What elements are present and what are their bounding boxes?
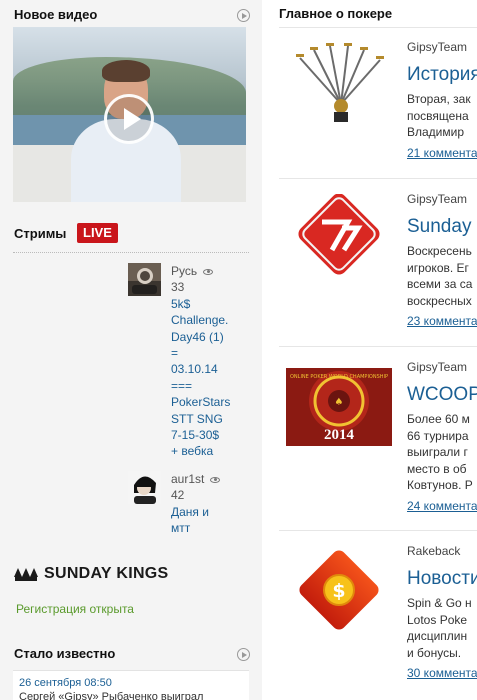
article-excerpt: Более 60 м 66 турнира выиграли г место в… <box>407 412 473 492</box>
article-author[interactable]: GipsyTeam <box>407 192 467 206</box>
became-known-header: Стало известно <box>14 645 250 665</box>
streams-title: Стримы <box>14 226 67 241</box>
divider <box>13 252 249 253</box>
article-author[interactable]: Rakeback <box>407 544 460 558</box>
article-comments-link[interactable]: 30 коммента <box>407 666 477 680</box>
became-known-title: Стало известно <box>14 646 116 661</box>
article-comments-link[interactable]: 21 коммента <box>407 146 477 160</box>
wcoop-ring-text: ONLINE POKER WORLD CHAMPIONSHIP <box>290 374 388 380</box>
article-card[interactable]: $ Rakeback Новости Spin & Go н Lotos Pok… <box>262 538 477 698</box>
article-excerpt: Воскресень игроков. Ег всеми за са воскр… <box>407 244 473 308</box>
stream-title[interactable]: 5k$ Challenge. Day46 (1) = 03.10.14 === … <box>171 296 253 460</box>
sunday-logo-image[interactable] <box>286 194 392 276</box>
svg-text:♠: ♠ <box>335 397 344 408</box>
article-author[interactable]: GipsyTeam <box>407 40 467 54</box>
eye-icon <box>210 476 221 483</box>
article-comments-link[interactable]: 24 коммента <box>407 499 477 513</box>
new-video-title: Новое видео <box>14 7 98 22</box>
stream-info: Русь 33 5k$ Challenge. Day46 (1) = 03.10… <box>171 263 253 460</box>
article-excerpt: Вторая, зак посвящена Владимир <box>407 92 471 139</box>
play-icon[interactable] <box>104 94 154 144</box>
rakeback-image[interactable]: $ <box>286 550 392 632</box>
divider <box>279 178 477 179</box>
next-arrow-icon[interactable] <box>237 648 250 661</box>
live-badge: LIVE <box>77 223 118 243</box>
video-player[interactable] <box>13 27 246 202</box>
divider <box>279 530 477 531</box>
stream-info: aur1st 42 Даня и мтт <box>171 471 253 537</box>
news-date: 26 сентября 08:50 <box>19 677 112 689</box>
article-card[interactable]: ♠ ONLINE POKER WORLD CHAMPIONSHIP 2014 G… <box>262 354 477 514</box>
article-comments-link[interactable]: 23 коммента <box>407 314 477 328</box>
main-poker-news: Главное о покере GipsyTeam История Втора… <box>262 0 477 700</box>
streamer-name[interactable]: aur1st <box>171 472 204 486</box>
crown-icon <box>14 567 38 581</box>
streamer-name[interactable]: Русь <box>171 264 197 278</box>
svg-text:$: $ <box>332 580 345 602</box>
swords-image[interactable] <box>286 42 392 124</box>
article-headline[interactable]: WCOOP <box>407 384 477 406</box>
article-headline[interactable]: Новости <box>407 568 477 590</box>
article-card[interactable]: GipsyTeam Sunday Воскресень игроков. Ег … <box>262 186 477 346</box>
sunday-kings-logo[interactable]: SUNDAY KINGS <box>14 564 169 584</box>
divider <box>279 346 477 347</box>
article-card[interactable]: GipsyTeam История Вторая, зак посвящена … <box>262 36 477 196</box>
streamer-avatar[interactable] <box>128 471 161 504</box>
article-headline[interactable]: История <box>407 64 477 86</box>
poker-news-title: Главное о покере <box>279 6 393 21</box>
streams-header: Стримы <box>14 225 250 245</box>
article-headline[interactable]: Sunday <box>407 216 471 238</box>
next-arrow-icon[interactable] <box>237 9 250 22</box>
streamer-avatar[interactable] <box>128 263 161 296</box>
left-sidebar: Новое видео Стримы LIVE Русь 33 5k$ Chal… <box>0 0 262 700</box>
wcoop-year: 2014 <box>324 427 355 443</box>
sunday-kings-text: SUNDAY KINGS <box>44 565 169 582</box>
registration-link[interactable]: Регистрация открыта <box>16 602 134 616</box>
divider <box>279 27 477 28</box>
viewer-count: 33 <box>171 280 185 295</box>
news-text[interactable]: Сергей «Gipsy» Рыбаченко выиграл <box>19 690 243 700</box>
new-video-header: Новое видео <box>14 6 250 26</box>
news-item[interactable]: 26 сентября 08:50 Сергей «Gipsy» Рыбачен… <box>13 670 249 700</box>
wcoop-2014-image[interactable]: ♠ ONLINE POKER WORLD CHAMPIONSHIP 2014 <box>286 366 392 448</box>
article-excerpt: Spin & Go н Lotos Poke дисциплин и бонус… <box>407 596 472 660</box>
viewer-count: 42 <box>171 488 185 503</box>
eye-icon <box>203 268 214 275</box>
article-author[interactable]: GipsyTeam <box>407 360 467 374</box>
stream-title[interactable]: Даня и мтт <box>171 504 253 537</box>
